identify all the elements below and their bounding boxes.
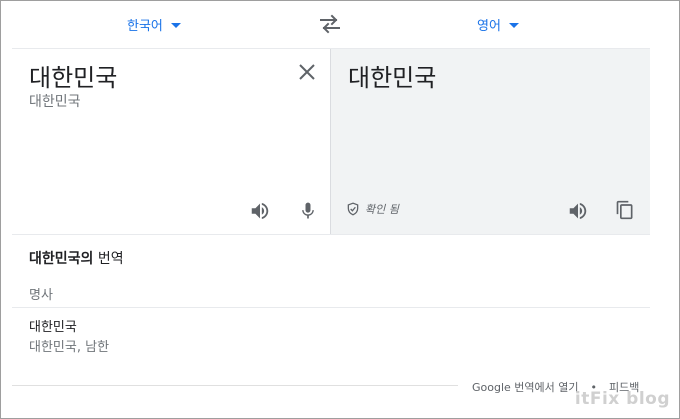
clear-source-button[interactable] <box>298 63 316 81</box>
divider <box>12 234 650 235</box>
swap-icon <box>320 14 340 34</box>
speaker-icon <box>569 202 587 220</box>
verified-label: 확인 됨 <box>365 203 399 216</box>
copy-icon <box>616 200 633 220</box>
dictionary-title-suffix: 번역 <box>93 251 124 267</box>
swap-languages-button[interactable] <box>318 14 342 34</box>
source-transliteration: 대한민국 <box>29 94 81 110</box>
divider <box>12 307 650 308</box>
target-language-label: 영어 <box>477 19 501 34</box>
chevron-down-icon <box>508 23 519 28</box>
source-language-label: 한국어 <box>127 19 163 34</box>
close-icon <box>299 64 315 80</box>
listen-translation-button[interactable] <box>567 200 589 222</box>
source-text[interactable]: 대한민국 <box>29 58 117 93</box>
dictionary-title-term: 대한민국의 <box>29 251 94 267</box>
dictionary-title: 대한민국의 번역 <box>29 248 124 268</box>
open-in-google-translate-link[interactable]: Google 번역에서 열기 <box>472 379 579 395</box>
translated-text: 대한민국 <box>348 64 437 92</box>
copy-translation-button[interactable] <box>615 199 635 221</box>
speaker-icon <box>251 202 269 220</box>
listen-source-button[interactable] <box>249 200 271 222</box>
part-of-speech: 명사 <box>29 288 53 303</box>
source-language-selector[interactable]: 한국어 <box>127 15 181 34</box>
dictionary-entry-translations: 대한민국, 남한 <box>29 340 110 355</box>
chevron-down-icon <box>170 23 181 28</box>
voice-input-button[interactable] <box>298 199 318 223</box>
footer-divider <box>12 385 458 386</box>
dictionary-entry-word[interactable]: 대한민국 <box>29 316 77 335</box>
verified-shield-icon <box>347 202 359 216</box>
microphone-icon <box>302 202 314 219</box>
watermark: itFix blog <box>574 389 670 409</box>
verified-badge: 확인 됨 <box>346 201 399 217</box>
target-language-selector[interactable]: 영어 <box>477 15 519 34</box>
